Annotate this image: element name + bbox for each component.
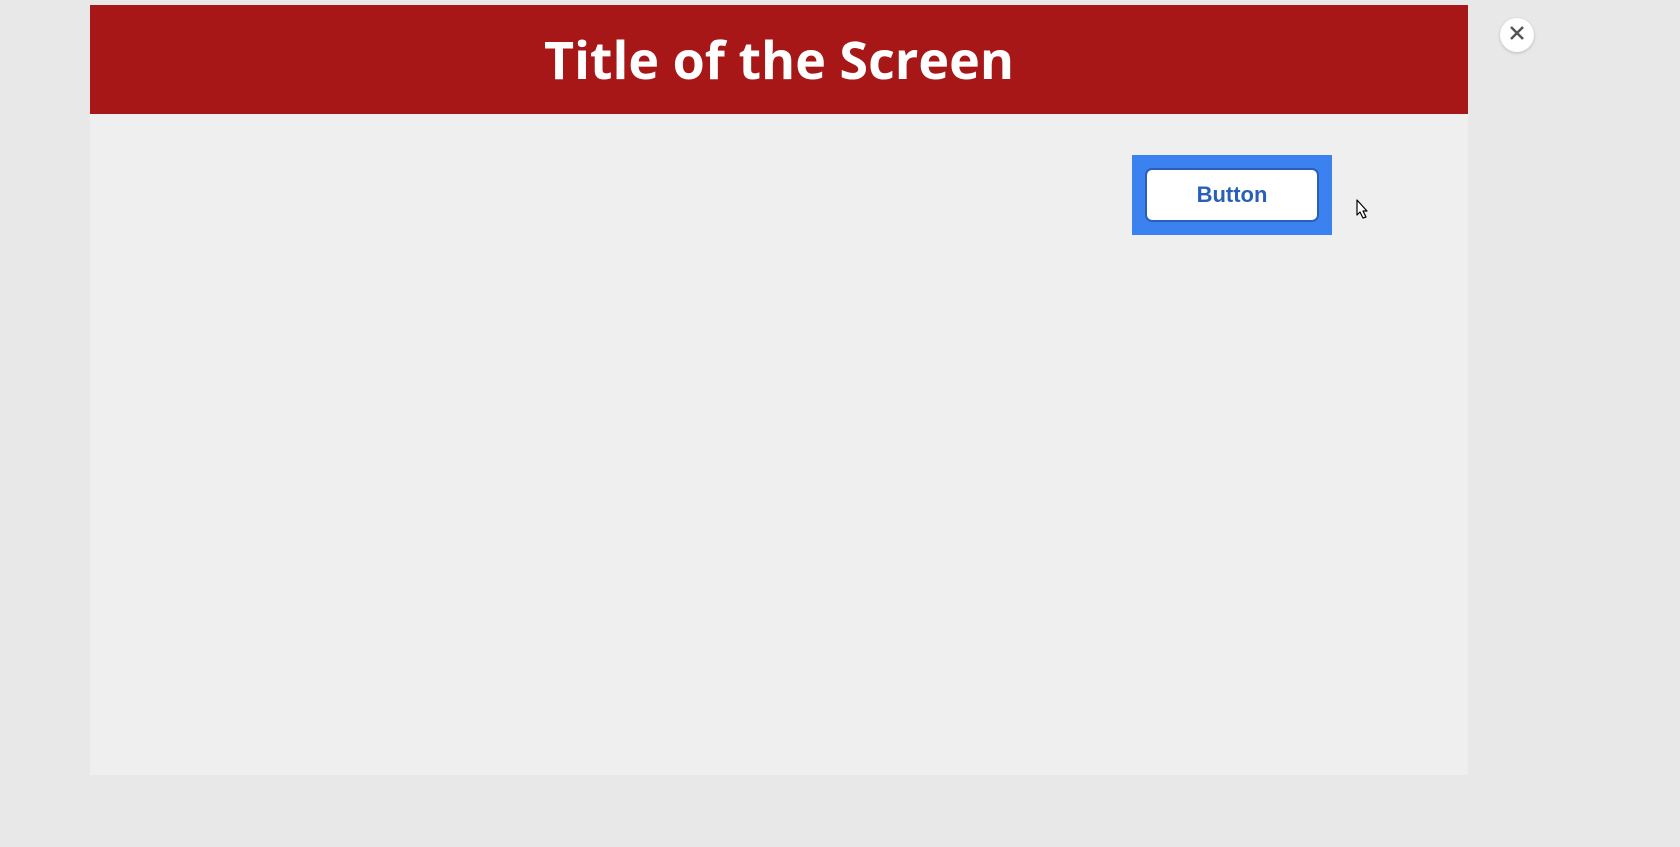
highlight-annotation: Button bbox=[1132, 155, 1332, 235]
close-icon bbox=[1509, 24, 1525, 46]
close-button[interactable] bbox=[1500, 18, 1534, 52]
modal-dialog: Title of the Screen Button bbox=[90, 5, 1468, 775]
modal-title: Title of the Screen bbox=[544, 24, 1014, 95]
modal-header: Title of the Screen bbox=[90, 5, 1468, 114]
action-button[interactable]: Button bbox=[1145, 168, 1319, 222]
